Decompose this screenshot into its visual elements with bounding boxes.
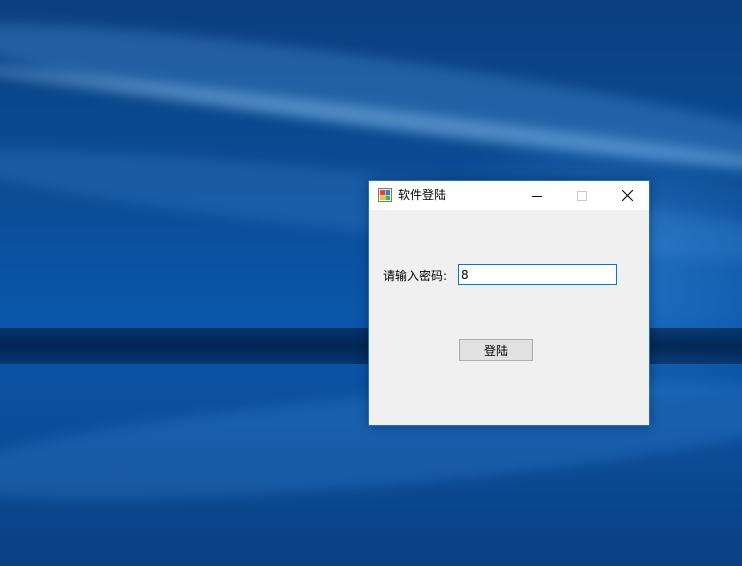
app-icon bbox=[378, 188, 392, 202]
password-input[interactable] bbox=[458, 264, 617, 285]
login-window: 软件登陆 请输入密码: 登陆 bbox=[368, 180, 650, 426]
close-icon bbox=[622, 190, 633, 201]
maximize-button bbox=[559, 181, 604, 210]
minimize-button[interactable] bbox=[514, 181, 559, 210]
maximize-icon bbox=[576, 190, 587, 201]
title-bar[interactable]: 软件登陆 bbox=[369, 181, 649, 210]
window-title: 软件登陆 bbox=[398, 188, 447, 202]
password-label: 请输入密码: bbox=[383, 269, 448, 283]
login-button[interactable]: 登陆 bbox=[459, 339, 533, 361]
minimize-icon bbox=[531, 195, 542, 197]
close-button[interactable] bbox=[605, 181, 650, 210]
